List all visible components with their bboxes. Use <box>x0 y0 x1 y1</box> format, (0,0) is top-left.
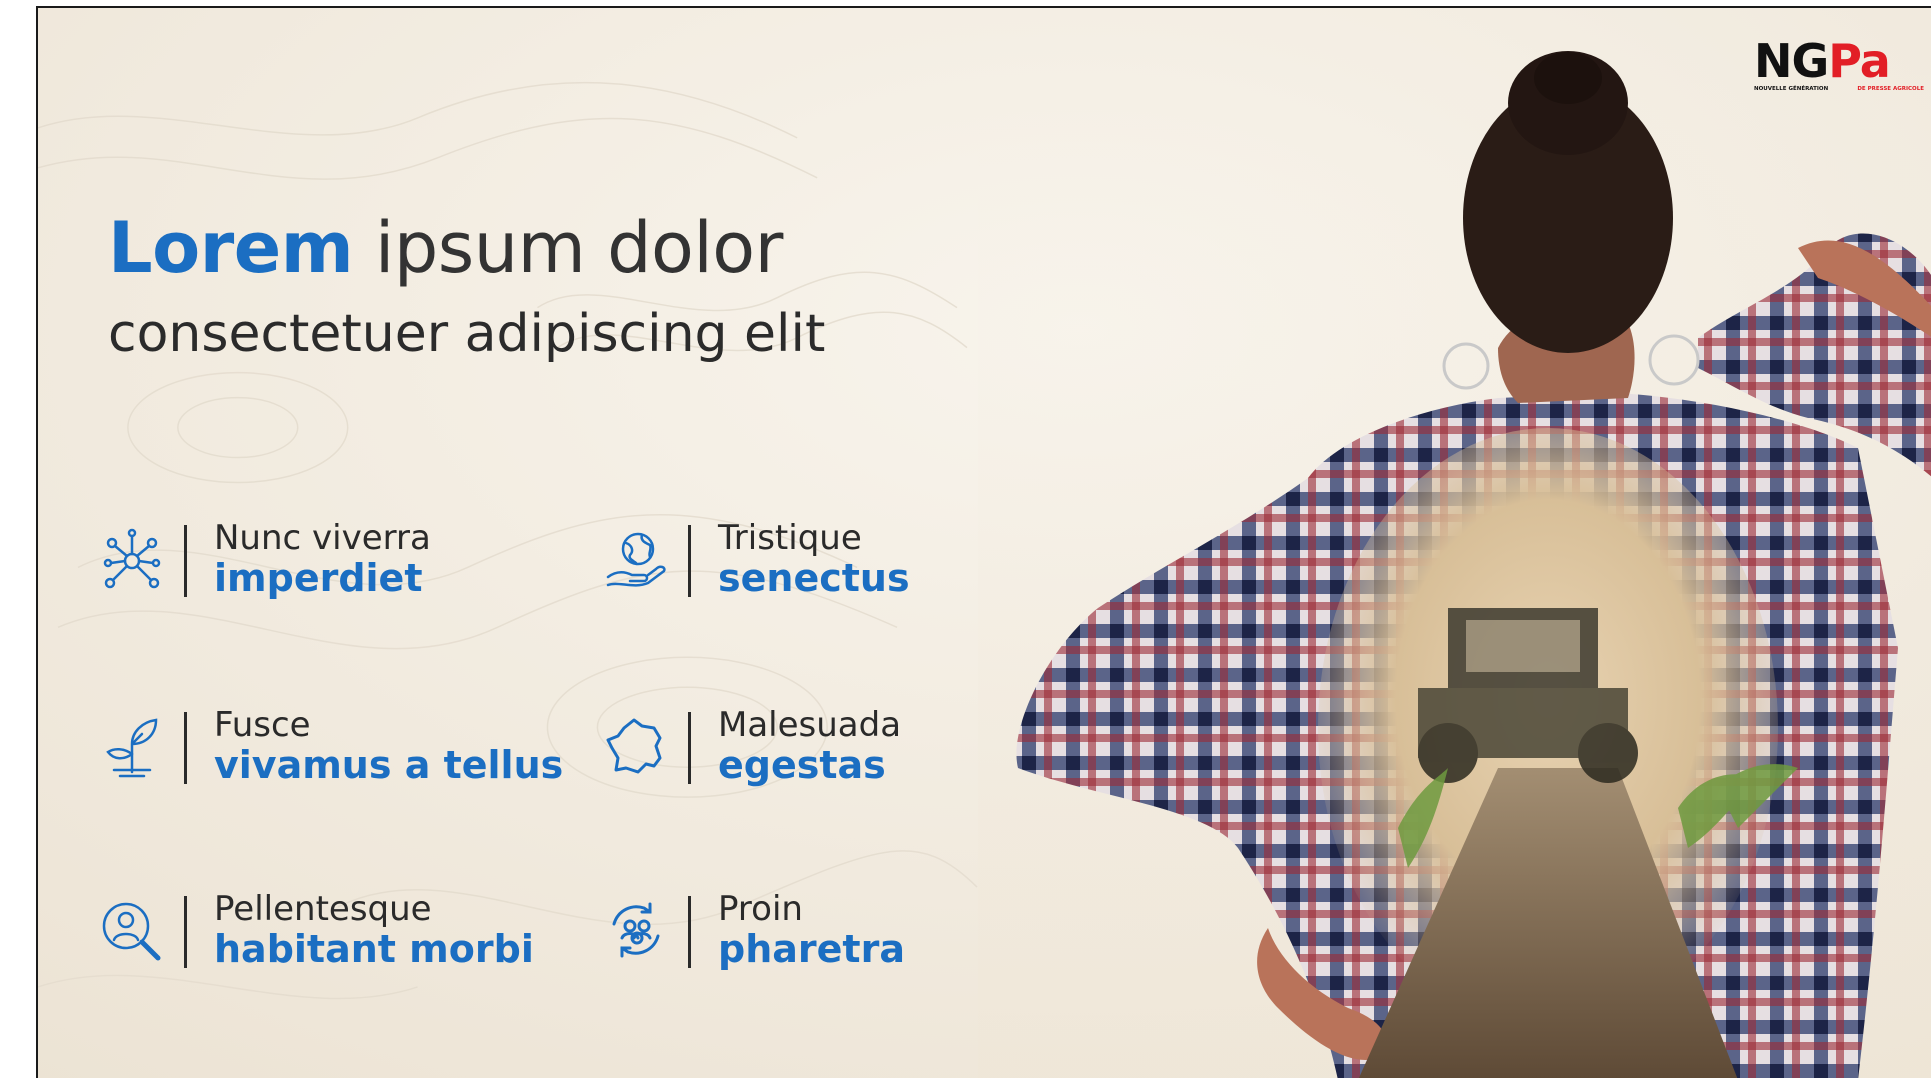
person-search-icon <box>102 902 161 961</box>
feature-label: Nunc viverra <box>214 518 431 558</box>
title-emphasis: Lorem <box>108 207 354 289</box>
people-cycle-icon <box>612 902 660 958</box>
sprout-icon <box>106 718 158 778</box>
page-subtitle: consectetuer adipiscing elit <box>108 304 826 364</box>
feature-title: vivamus a tellus <box>214 743 564 787</box>
feature-divider <box>688 525 691 597</box>
feature-title: egestas <box>718 743 886 787</box>
feature-title: habitant morbi <box>214 927 534 971</box>
feature-divider <box>688 712 691 784</box>
france-map-icon <box>606 718 662 774</box>
ngpa-logo: NGPa NOUVELLE GÉNÉRATION DE PRESSE AGRICO… <box>1754 38 1924 96</box>
page-title: Lorem ipsum dolor <box>108 213 783 283</box>
feature-label: Pellentesque <box>214 889 432 929</box>
farmer-photo <box>978 8 1931 1078</box>
slide-frame: Lorem ipsum dolor consectetuer adipiscin… <box>36 6 1931 1078</box>
feature-label: Tristique <box>718 518 862 558</box>
feature-divider <box>688 896 691 968</box>
feature-title: senectus <box>718 556 910 600</box>
feature-divider <box>184 896 187 968</box>
feature-divider <box>184 712 187 784</box>
feature-label: Malesuada <box>718 705 902 745</box>
feature-divider <box>184 525 187 597</box>
feature-label: Fusce <box>214 705 311 745</box>
logo-mark: NGPa <box>1754 34 1891 88</box>
feature-title: pharetra <box>718 927 905 971</box>
title-rest: ipsum dolor <box>374 207 783 289</box>
feature-title: imperdiet <box>214 556 423 600</box>
network-icon <box>103 528 161 589</box>
feature-label: Proin <box>718 889 803 929</box>
globe-in-hand-icon <box>606 532 666 587</box>
